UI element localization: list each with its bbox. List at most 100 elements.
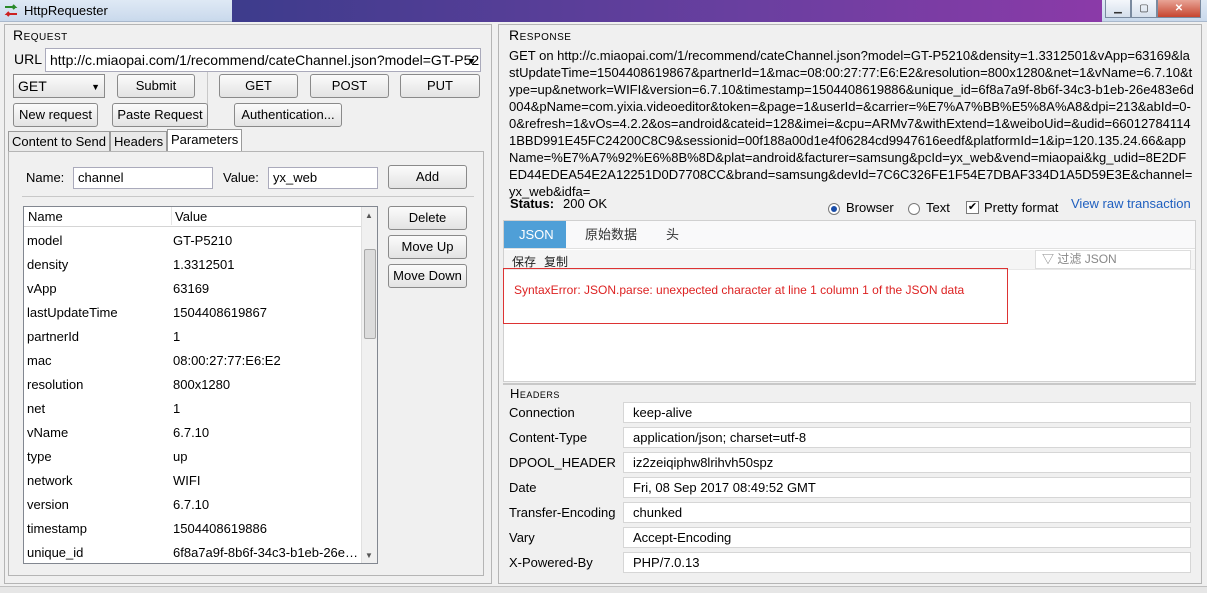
filter-icon: ▽ xyxy=(1042,252,1055,266)
param-name-cell: version xyxy=(27,497,69,512)
col-divider[interactable] xyxy=(171,207,172,225)
authentication-button[interactable]: Authentication... xyxy=(234,103,342,127)
minimize-button[interactable]: ▁ xyxy=(1105,0,1131,18)
header-key: Vary xyxy=(509,530,535,545)
param-value-label: Value: xyxy=(223,170,259,185)
checkmark-icon: ✔ xyxy=(967,201,978,213)
table-row[interactable]: mac 08:00:27:77:E6:E2 xyxy=(24,349,362,373)
table-row[interactable]: partnerId 1 xyxy=(24,325,362,349)
scroll-down-icon[interactable]: ▼ xyxy=(365,551,373,560)
submit-button[interactable]: Submit xyxy=(117,74,195,98)
response-request-line: GET on http://c.miaopai.com/1/recommend/… xyxy=(509,48,1194,199)
chevron-down-icon: ▼ xyxy=(91,82,100,92)
header-value-field[interactable]: iz2zeiqiphw8lrihvh50spz xyxy=(623,452,1191,473)
close-button[interactable]: ✕ xyxy=(1157,0,1201,18)
header-row: Content-Type application/json; charset=ut… xyxy=(503,426,1193,451)
delete-button[interactable]: Delete xyxy=(388,206,467,230)
tab-content-to-send[interactable]: Content to Send xyxy=(8,131,110,151)
param-value-cell: GT-P5210 xyxy=(173,233,233,248)
app-arrows-icon xyxy=(4,4,18,17)
json-error-text: SyntaxError: JSON.parse: unexpected char… xyxy=(514,283,965,297)
close-icon: ✕ xyxy=(1174,3,1184,14)
table-row[interactable]: version 6.7.10 xyxy=(24,493,362,517)
header-value-field[interactable]: keep-alive xyxy=(623,402,1191,423)
header-value-field[interactable]: chunked xyxy=(623,502,1191,523)
url-input-value: http://c.miaopai.com/1/recommend/cateCha… xyxy=(50,52,481,68)
title-bar: HttpRequester ▁ ▢ ✕ xyxy=(0,0,1207,22)
param-name-cell: net xyxy=(27,401,46,416)
paste-request-button[interactable]: Paste Request xyxy=(112,103,208,127)
param-name-cell: type xyxy=(27,449,52,464)
header-row: X-Powered-By PHP/7.0.13 xyxy=(503,551,1193,576)
header-row: Vary Accept-Encoding xyxy=(503,526,1193,551)
param-name-input[interactable]: channel xyxy=(73,167,213,189)
put-button[interactable]: PUT xyxy=(400,74,480,98)
table-row[interactable]: timestamp 1504408619886 xyxy=(24,517,362,541)
table-row[interactable]: unique_id 6f8a7a9f-8b6f-34c3-b1eb-26e4... xyxy=(24,541,362,563)
param-value-cell: 63169 xyxy=(173,281,210,296)
get-button[interactable]: GET xyxy=(219,74,298,98)
table-row[interactable]: model GT-P5210 xyxy=(24,229,362,253)
table-row[interactable]: resolution 800x1280 xyxy=(24,373,362,397)
params-scrollbar[interactable]: ▲ ▼ xyxy=(361,207,377,563)
status-label: Status: xyxy=(510,196,555,211)
text-radio-label[interactable]: Text xyxy=(926,200,950,215)
table-row[interactable]: vApp 63169 xyxy=(24,277,362,301)
viewer-tab-json[interactable]: JSON xyxy=(504,221,566,248)
post-button[interactable]: POST xyxy=(310,74,389,98)
pretty-format-checkbox[interactable]: ✔ xyxy=(966,201,979,214)
pretty-format-label[interactable]: Pretty format xyxy=(984,200,1058,215)
header-row: Transfer-Encoding chunked xyxy=(503,501,1193,526)
table-row[interactable]: lastUpdateTime 1504408619867 xyxy=(24,301,362,325)
browser-radio[interactable] xyxy=(828,203,840,215)
method-select[interactable]: GET ▼ xyxy=(13,74,105,98)
header-row: Connection keep-alive xyxy=(503,401,1193,426)
request-section-title: Request xyxy=(13,27,68,43)
param-name-label: Name: xyxy=(26,170,65,185)
viewer-tab-raw[interactable]: 原始数据 xyxy=(570,221,652,248)
url-label: URL xyxy=(14,51,43,67)
viewer-toolbar: 保存 复制 ▽ 过滤 JSON xyxy=(504,250,1195,270)
scroll-thumb[interactable] xyxy=(364,249,376,339)
param-name-cell: network xyxy=(27,473,73,488)
table-row[interactable]: network WIFI xyxy=(24,469,362,493)
param-name-cell: resolution xyxy=(27,377,84,392)
tab-headers[interactable]: Headers xyxy=(110,131,168,151)
text-radio[interactable] xyxy=(908,203,920,215)
header-value-field[interactable]: Fri, 08 Sep 2017 08:49:52 GMT xyxy=(623,477,1191,498)
url-input[interactable]: http://c.miaopai.com/1/recommend/cateCha… xyxy=(45,48,481,72)
new-request-button[interactable]: New request xyxy=(13,103,98,127)
col-header-name[interactable]: Name xyxy=(28,209,63,224)
param-value-input[interactable]: yx_web xyxy=(268,167,378,189)
filter-json-input[interactable]: ▽ 过滤 JSON xyxy=(1035,250,1191,269)
params-table-header: Name Value xyxy=(24,207,362,227)
add-button[interactable]: Add xyxy=(388,165,467,189)
move-down-button[interactable]: Move Down xyxy=(388,264,467,288)
header-value-field[interactable]: PHP/7.0.13 xyxy=(623,552,1191,573)
status-value: 200 OK xyxy=(563,196,608,211)
header-value-field[interactable]: application/json; charset=utf-8 xyxy=(623,427,1191,448)
viewer-tab-headers[interactable]: 头 xyxy=(651,221,694,248)
scroll-up-icon[interactable]: ▲ xyxy=(365,211,373,220)
view-raw-transaction-link[interactable]: View raw transaction xyxy=(1071,196,1191,211)
method-select-value: GET xyxy=(18,78,47,94)
table-row[interactable]: type up xyxy=(24,445,362,469)
minimize-icon: ▁ xyxy=(1114,3,1122,14)
param-value-cell: 6.7.10 xyxy=(173,425,210,440)
table-row[interactable]: vName 6.7.10 xyxy=(24,421,362,445)
response-section-title: Response xyxy=(509,27,572,43)
tab-parameters[interactable]: Parameters xyxy=(167,129,243,151)
table-row[interactable]: net 1 xyxy=(24,397,362,421)
maximize-button[interactable]: ▢ xyxy=(1131,0,1157,18)
table-row[interactable]: density 1.3312501 xyxy=(24,253,362,277)
browser-radio-label[interactable]: Browser xyxy=(846,200,894,215)
param-value-cell: 1.3312501 xyxy=(173,257,235,272)
col-header-value[interactable]: Value xyxy=(175,209,207,224)
params-table[interactable]: Name Value model GT-P5210 density 1.3312501… xyxy=(23,206,378,564)
window-title: HttpRequester xyxy=(24,3,108,18)
param-name-cell: model xyxy=(27,233,63,248)
background-window-strip xyxy=(232,0,1102,22)
header-value-field[interactable]: Accept-Encoding xyxy=(623,527,1191,548)
chevron-down-icon[interactable]: ▼ xyxy=(467,50,476,71)
move-up-button[interactable]: Move Up xyxy=(388,235,467,259)
